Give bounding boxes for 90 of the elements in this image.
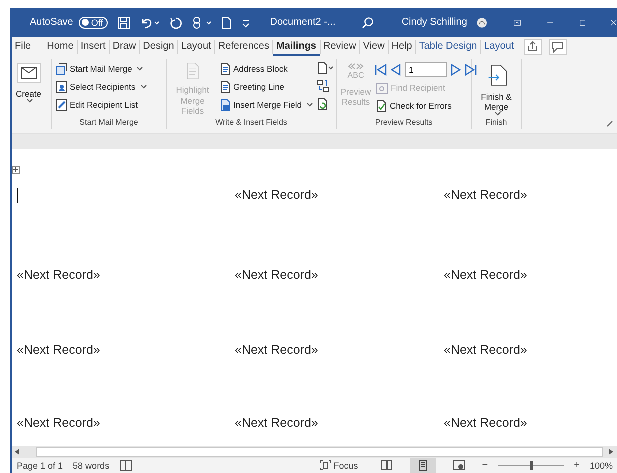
previous-record-icon[interactable] <box>391 64 401 76</box>
merge-field: «Next Record» <box>235 343 318 357</box>
merge-field: «Next Record» <box>17 343 100 357</box>
new-document-icon[interactable] <box>222 16 232 28</box>
edit-list-icon <box>56 99 67 111</box>
ribbon-tab[interactable]: View <box>360 38 388 56</box>
ribbon-tab[interactable]: File <box>12 38 34 56</box>
recipients-icon <box>56 81 67 93</box>
document-icon <box>220 99 230 111</box>
proofing-icon[interactable] <box>120 460 132 471</box>
merge-field: «Next Record» <box>235 188 318 202</box>
document-check-icon <box>376 100 387 112</box>
search-icon[interactable] <box>362 16 374 28</box>
text-cursor <box>17 188 18 202</box>
autosave-toggle[interactable]: Off <box>79 16 108 28</box>
ribbon-tab[interactable]: Review <box>320 38 360 56</box>
undo-icon[interactable] <box>140 16 160 28</box>
angle-quotes-icon <box>347 63 365 70</box>
web-layout-icon <box>453 460 466 471</box>
ribbon-display-icon[interactable] <box>514 18 521 28</box>
merge-field: «Next Record» <box>17 416 100 430</box>
zoom-in-button[interactable]: + <box>574 460 580 471</box>
print-layout-icon <box>417 460 430 471</box>
ribbon-button[interactable]: Edit Recipient List <box>55 97 148 113</box>
ribbon-tab[interactable]: Layout <box>481 38 518 56</box>
ribbon-button[interactable]: Select Recipients <box>55 79 148 95</box>
ribbon-tab[interactable]: Table Design <box>416 38 480 56</box>
envelope-icon <box>16 63 41 83</box>
group-label: Finish <box>484 118 508 129</box>
collapse-ribbon-icon[interactable] <box>607 121 613 127</box>
caret-icon <box>137 67 144 71</box>
page-count[interactable]: Page 1 of 1 <box>17 460 64 470</box>
merge-field: «Next Record» <box>444 416 528 430</box>
ribbon-tab[interactable]: Draw <box>110 38 140 56</box>
merge-field: «Next Record» <box>444 268 528 282</box>
ribbon-tab[interactable]: References <box>215 38 272 56</box>
group-label: Preview Results <box>374 118 434 129</box>
focus-icon <box>320 460 332 471</box>
merge-field: «Next Record» <box>444 188 528 202</box>
user-name[interactable]: Cindy Schilling <box>402 17 468 28</box>
merge-field: «Next Record» <box>17 268 100 282</box>
last-record-icon[interactable] <box>465 64 477 76</box>
scroll-right-icon[interactable] <box>609 449 614 455</box>
merge-field: «Next Record» <box>444 343 528 357</box>
ribbon-tab[interactable]: Layout <box>178 38 214 56</box>
maximize-icon[interactable] <box>580 18 586 28</box>
caret-icon <box>140 85 147 89</box>
update-labels-icon[interactable] <box>317 98 328 110</box>
autosave-label: AutoSave <box>30 17 74 28</box>
record-number-field[interactable]: 1 <box>405 62 447 77</box>
group-label: Start Mail Merge <box>78 118 140 129</box>
scroll-left-icon[interactable] <box>15 449 20 455</box>
document-icon <box>220 81 230 93</box>
document-icon <box>220 63 230 75</box>
match-fields-icon[interactable] <box>317 80 329 92</box>
ribbon-tab[interactable]: Insert <box>78 38 109 56</box>
ribbon-button[interactable]: Insert Merge Field <box>218 97 314 113</box>
share-icon[interactable] <box>524 39 542 55</box>
caret-icon <box>307 103 313 107</box>
caret-icon <box>494 112 500 116</box>
ribbon-tab[interactable]: Design <box>140 38 178 56</box>
comments-icon[interactable] <box>549 39 568 55</box>
read-mode-icon <box>381 460 394 471</box>
check-for-errors-button[interactable]: Check for Errors <box>375 98 477 114</box>
merge-field: «Next Record» <box>235 268 318 282</box>
find-icon <box>376 82 388 94</box>
ribbon-button[interactable]: Address Block <box>218 61 314 77</box>
focus-button[interactable]: Focus <box>320 460 358 471</box>
mail-merge-icon <box>56 63 67 75</box>
group-label: Write & Insert Fields <box>214 118 288 129</box>
ribbon-button[interactable]: Greeting Line <box>218 79 314 95</box>
close-icon[interactable] <box>611 18 617 28</box>
zoom-out-button[interactable]: − <box>482 460 488 471</box>
document-title: Document2 -... <box>270 17 336 28</box>
horizontal-scrollbar[interactable] <box>12 446 617 458</box>
first-record-icon[interactable] <box>375 64 387 76</box>
redo-icon[interactable] <box>170 16 182 28</box>
ribbon-button[interactable]: Start Mail Merge <box>55 61 148 77</box>
zoom-percent[interactable]: 100% <box>590 460 613 470</box>
ribbon-tab[interactable]: Help <box>388 38 416 56</box>
next-record-icon[interactable] <box>451 64 461 76</box>
ribbon-tab[interactable]: Home <box>44 38 77 56</box>
save-icon[interactable] <box>118 16 130 28</box>
create-button[interactable]: Create <box>15 59 43 129</box>
caret-icon <box>26 99 33 104</box>
view-button[interactable] <box>410 458 436 473</box>
finish-merge-button[interactable]: Finish & Merge <box>475 59 518 118</box>
word-count[interactable]: 58 words <box>73 460 110 470</box>
table-move-handle-icon[interactable] <box>12 166 20 174</box>
merge-field: «Next Record» <box>235 416 318 430</box>
